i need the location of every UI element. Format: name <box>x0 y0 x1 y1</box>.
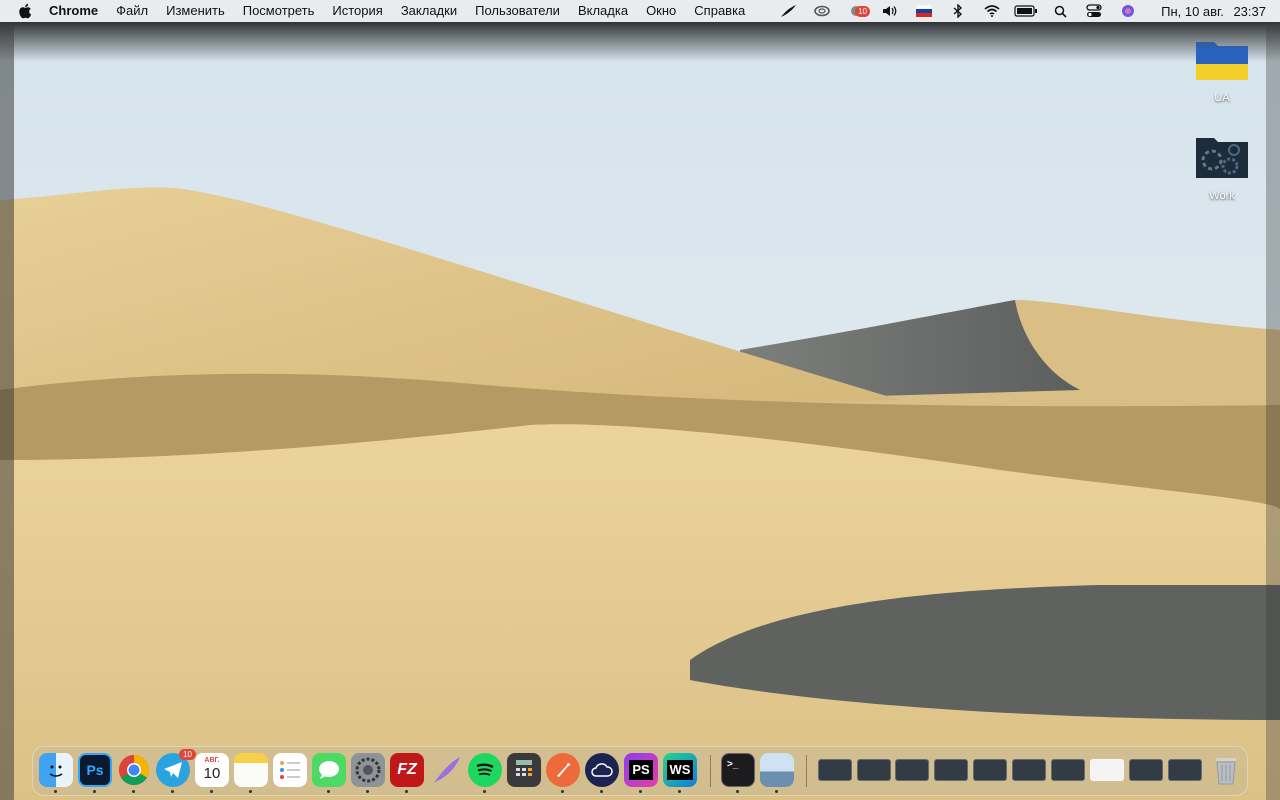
system-preferences-icon[interactable] <box>351 753 385 787</box>
minimized-window[interactable] <box>973 759 1007 781</box>
phpstorm-icon[interactable]: PS <box>624 753 658 787</box>
running-indicator <box>600 790 603 793</box>
quill-icon[interactable] <box>771 0 805 22</box>
running-indicator <box>775 790 778 793</box>
minimized-window[interactable] <box>857 759 891 781</box>
spotify-icon[interactable] <box>468 753 502 787</box>
notification-icon[interactable]: 10 <box>839 0 873 22</box>
cloud-app-icon[interactable] <box>585 753 619 787</box>
running-indicator <box>736 790 739 793</box>
menu-profiles[interactable]: Пользователи <box>466 0 569 22</box>
running-indicator <box>405 790 408 793</box>
menu-edit[interactable]: Изменить <box>157 0 234 22</box>
battery-icon[interactable] <box>1009 0 1043 22</box>
running-indicator <box>639 790 642 793</box>
bluetooth-icon[interactable] <box>941 0 975 22</box>
finder-icon[interactable] <box>39 753 73 787</box>
menu-app-name[interactable]: Chrome <box>40 0 107 22</box>
control-center-icon[interactable] <box>1077 0 1111 22</box>
menu-bar: Chrome Файл Изменить Посмотреть История … <box>0 0 1280 22</box>
menu-view[interactable]: Посмотреть <box>234 0 324 22</box>
menu-help[interactable]: Справка <box>685 0 754 22</box>
clock-time: 23:37 <box>1233 3 1266 19</box>
running-indicator <box>561 790 564 793</box>
minimized-window[interactable] <box>818 759 852 781</box>
russian-flag-input-icon[interactable] <box>907 0 941 22</box>
clock-date: Пн, 10 авг. <box>1161 3 1224 19</box>
running-indicator <box>678 790 681 793</box>
calendar-icon[interactable]: АВГ. 10 <box>195 753 229 787</box>
running-indicator <box>210 790 213 793</box>
desktop-wallpaper <box>0 0 1280 800</box>
menu-window[interactable]: Окно <box>637 0 685 22</box>
messages-icon[interactable] <box>312 753 346 787</box>
chrome-icon[interactable] <box>117 753 151 787</box>
minimized-window[interactable] <box>1168 759 1202 781</box>
photoshop-icon[interactable]: Ps <box>78 753 112 787</box>
creative-cloud-icon[interactable] <box>805 0 839 22</box>
apple-icon[interactable] <box>18 3 32 19</box>
minimized-window[interactable] <box>895 759 929 781</box>
running-indicator <box>366 790 369 793</box>
paw-icon[interactable] <box>546 753 580 787</box>
minimized-window[interactable] <box>1129 759 1163 781</box>
desktop-folder-ua[interactable]: UA <box>1187 38 1257 104</box>
desktop-folder-work[interactable]: Work <box>1187 134 1257 202</box>
running-indicator <box>93 790 96 793</box>
status-area: 10 Пн, 10 авг. 23:37 <box>771 0 1266 22</box>
running-indicator <box>249 790 252 793</box>
notification-badge: 10 <box>855 6 870 17</box>
terminal-icon[interactable]: >_ <box>721 753 755 787</box>
volume-icon[interactable] <box>873 0 907 22</box>
calendar-month: АВГ. <box>204 757 220 764</box>
desktop-folder-label: UA <box>1214 92 1230 104</box>
calendar-day: 10 <box>203 765 221 782</box>
gear-folder-icon <box>1196 138 1248 178</box>
minimized-window[interactable] <box>1051 759 1085 781</box>
phpstorm-label: PS <box>629 760 653 780</box>
running-indicator <box>132 790 135 793</box>
siri-icon[interactable] <box>1111 0 1145 22</box>
filezilla-icon[interactable]: FZ <box>390 753 424 787</box>
minimized-window[interactable] <box>1090 759 1124 781</box>
webstorm-label: WS <box>666 760 694 780</box>
menu-bookmarks[interactable]: Закладки <box>392 0 466 22</box>
ukraine-flag-folder-icon <box>1196 42 1248 80</box>
wifi-icon[interactable] <box>975 0 1009 22</box>
preview-icon[interactable] <box>760 753 794 787</box>
telegram-badge: 10 <box>179 749 196 760</box>
menu-tab[interactable]: Вкладка <box>569 0 637 22</box>
dock: Ps 10 АВГ. 10 FZ PS WS >_ <box>32 746 1248 796</box>
menu-file[interactable]: Файл <box>107 0 157 22</box>
telegram-icon[interactable]: 10 <box>156 749 196 787</box>
running-indicator <box>483 790 486 793</box>
desktop-folder-label: Work <box>1209 190 1235 202</box>
trash-icon[interactable] <box>1209 753 1243 787</box>
dock-separator <box>710 755 711 787</box>
dock-separator <box>806 755 807 787</box>
calculator-icon[interactable] <box>507 753 541 787</box>
search-icon[interactable] <box>1043 0 1077 22</box>
notes-icon[interactable] <box>234 753 268 787</box>
running-indicator <box>171 790 174 793</box>
minimized-window[interactable] <box>1012 759 1046 781</box>
reminders-icon[interactable] <box>273 753 307 787</box>
running-indicator <box>327 790 330 793</box>
minimized-window[interactable] <box>934 759 968 781</box>
menu-clock[interactable]: Пн, 10 авг. 23:37 <box>1155 4 1266 19</box>
menu-history[interactable]: История <box>323 0 391 22</box>
quill-app-icon[interactable] <box>429 753 463 787</box>
webstorm-icon[interactable]: WS <box>663 753 697 787</box>
running-indicator <box>54 790 57 793</box>
